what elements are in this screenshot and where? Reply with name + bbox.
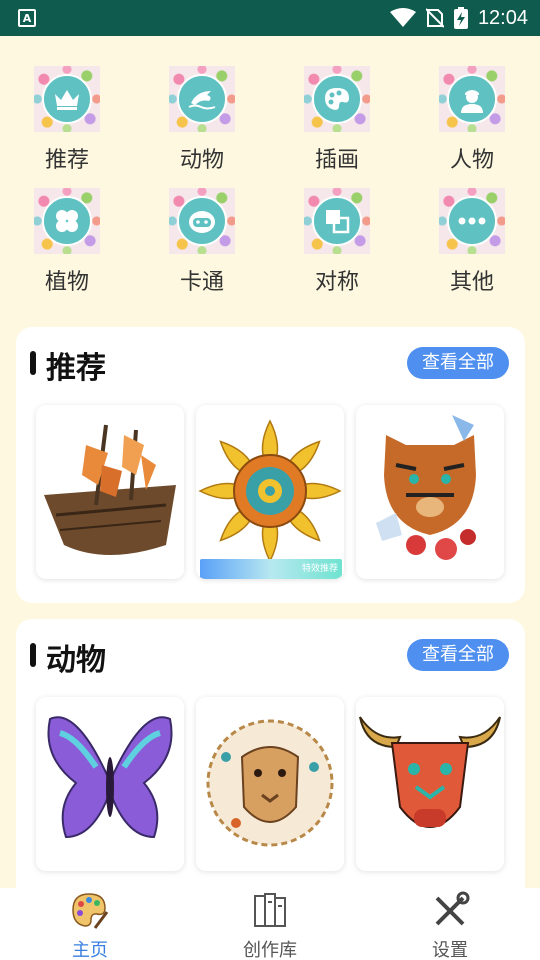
artwork-card-butterfly[interactable] xyxy=(36,697,184,871)
section-marker xyxy=(30,643,36,667)
no-sim-icon xyxy=(425,8,444,28)
category-thumbnail xyxy=(34,188,100,254)
crown-icon xyxy=(42,74,92,124)
person-icon xyxy=(447,74,497,124)
section-animal: 动物 查看全部 xyxy=(16,619,525,909)
app-notification-icon: A xyxy=(18,9,36,27)
category-label: 插画 xyxy=(314,148,359,173)
mandala-artwork xyxy=(198,419,342,563)
nav-label: 创作库 xyxy=(243,940,297,960)
artwork-card-lion[interactable] xyxy=(196,697,344,871)
category-thumbnail xyxy=(439,188,505,254)
dolphin-icon xyxy=(177,74,227,124)
category-other[interactable]: 其他 xyxy=(422,188,522,308)
nav-library[interactable]: 创作库 xyxy=(220,888,320,960)
battery-charging-icon xyxy=(453,7,468,29)
library-icon xyxy=(254,893,286,927)
nav-home[interactable]: 主页 xyxy=(40,888,140,960)
clock: 12:04 xyxy=(477,6,528,29)
section-title: 动物 xyxy=(46,643,106,678)
category-label: 人物 xyxy=(449,148,494,173)
category-thumbnail xyxy=(34,66,100,132)
category-symmetry[interactable]: 对称 xyxy=(287,188,387,308)
nav-label: 主页 xyxy=(72,940,108,960)
artwork-card-tiger[interactable] xyxy=(356,405,504,579)
category-label: 卡通 xyxy=(179,270,224,295)
clover-icon xyxy=(42,196,92,246)
section-recommend: 推荐 查看全部 特效推荐 xyxy=(16,327,525,603)
section-title: 推荐 xyxy=(46,351,106,386)
ad-banner[interactable]: 特效推荐 xyxy=(200,559,342,579)
category-label: 植物 xyxy=(44,270,89,295)
category-cartoon[interactable]: 卡通 xyxy=(152,188,252,308)
symmetry-icon xyxy=(312,196,362,246)
category-label: 对称 xyxy=(314,270,359,295)
artwork-card-bull[interactable] xyxy=(356,697,504,871)
artwork-card-ship[interactable] xyxy=(36,405,184,579)
palette-brush-icon xyxy=(72,893,109,929)
wifi-icon xyxy=(389,8,416,27)
category-plant[interactable]: 植物 xyxy=(17,188,117,308)
category-thumbnail xyxy=(304,188,370,254)
category-recommend[interactable]: 推荐 xyxy=(17,66,117,186)
category-thumbnail xyxy=(169,66,235,132)
section-header: 动物 查看全部 xyxy=(16,619,525,689)
palette-icon xyxy=(312,74,362,124)
category-label: 其他 xyxy=(449,270,494,295)
lion-artwork xyxy=(206,719,334,847)
bull-artwork xyxy=(359,716,501,828)
category-thumbnail xyxy=(169,188,235,254)
more-icon xyxy=(447,196,497,246)
butterfly-artwork xyxy=(47,716,173,839)
category-animal[interactable]: 动物 xyxy=(152,66,252,186)
category-people[interactable]: 人物 xyxy=(422,66,522,186)
category-illustration[interactable]: 插画 xyxy=(287,66,387,186)
category-label: 推荐 xyxy=(44,148,89,173)
category-grid: 推荐 动物 插画 人物 植物 卡通 对称 其他 xyxy=(0,36,540,308)
section-header: 推荐 查看全部 xyxy=(16,327,525,397)
tools-icon xyxy=(435,891,470,926)
nav-label: 设置 xyxy=(432,940,468,960)
artwork-card-mandala[interactable]: 特效推荐 xyxy=(196,405,344,579)
bottom-nav: 主页 创作库 设置 xyxy=(0,888,540,960)
robot-face-icon xyxy=(177,196,227,246)
category-thumbnail xyxy=(304,66,370,132)
ship-artwork xyxy=(44,424,176,555)
view-all-button[interactable]: 查看全部 xyxy=(407,347,509,379)
category-thumbnail xyxy=(439,66,505,132)
section-marker xyxy=(30,351,36,375)
view-all-button[interactable]: 查看全部 xyxy=(407,639,509,671)
tiger-artwork xyxy=(376,415,476,560)
category-label: 动物 xyxy=(179,148,224,173)
status-bar: A 12:04 xyxy=(0,0,540,36)
nav-settings[interactable]: 设置 xyxy=(400,888,500,960)
